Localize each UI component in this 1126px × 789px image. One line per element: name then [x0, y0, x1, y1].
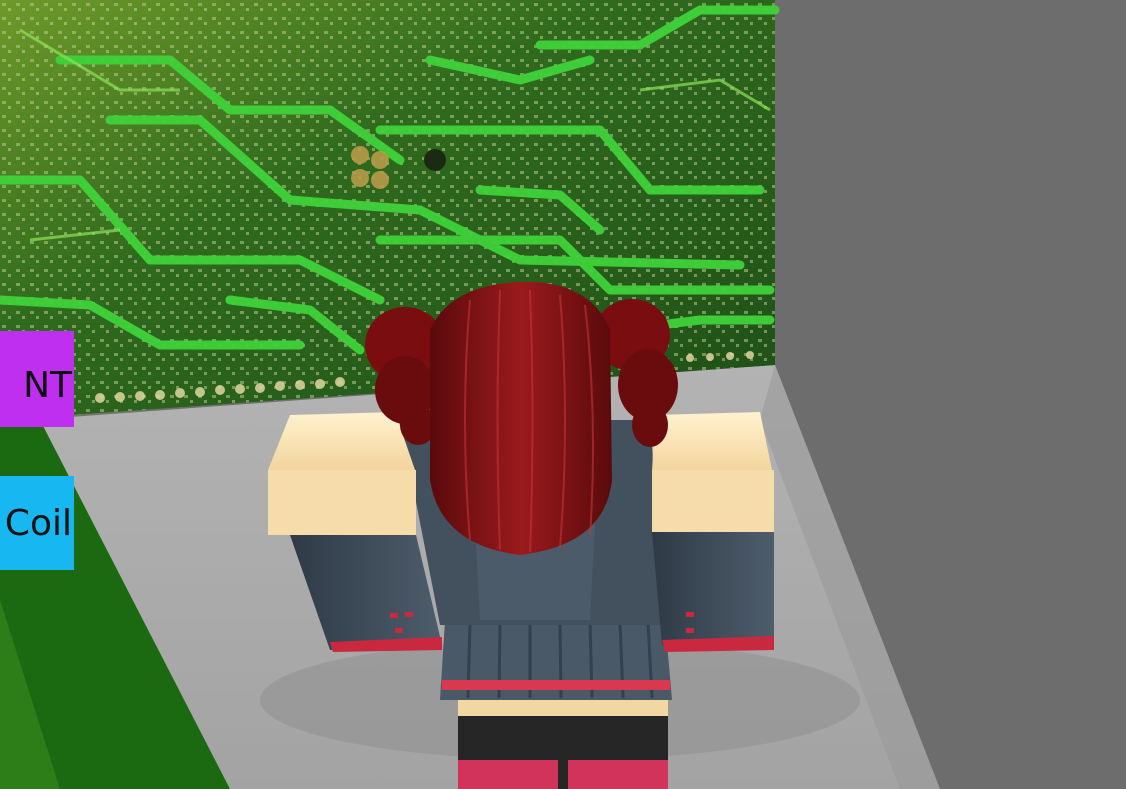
game-scene [0, 0, 1126, 789]
game-viewport[interactable]: NT Coil [0, 0, 1126, 789]
shop-button-nt-label: NT [23, 364, 72, 406]
coil-button-label: Coil [4, 502, 72, 544]
coil-button[interactable]: Coil [0, 476, 74, 570]
shop-button-nt[interactable]: NT [0, 331, 74, 427]
